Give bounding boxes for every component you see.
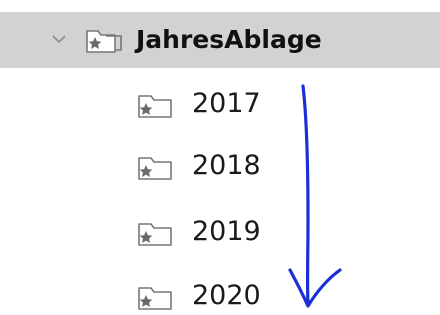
tree-item-label: 2017 xyxy=(192,88,261,119)
starred-folder-icon xyxy=(138,95,172,118)
chevron-down-icon[interactable] xyxy=(50,30,68,48)
tree-item-label: 2020 xyxy=(192,280,261,311)
tree-item-label: 2018 xyxy=(192,150,261,181)
folder-tree: JahresAblage 2017 2018 2019 2020 xyxy=(0,0,440,315)
tree-root-row[interactable]: JahresAblage xyxy=(0,12,440,68)
tree-item-2019[interactable]: 2019 xyxy=(0,208,300,258)
tree-item-label: 2019 xyxy=(192,216,261,247)
tree-item-2018[interactable]: 2018 xyxy=(0,142,300,192)
tree-item-2020[interactable]: 2020 xyxy=(0,272,300,315)
tree-root-label: JahresAblage xyxy=(136,25,322,54)
starred-folder-icon xyxy=(138,287,172,310)
starred-folder-icon xyxy=(138,157,172,180)
annotation-arrow-down-icon xyxy=(288,84,342,308)
starred-folder-icon xyxy=(86,30,122,53)
tree-item-2017[interactable]: 2017 xyxy=(0,80,300,130)
starred-folder-icon xyxy=(138,223,172,246)
